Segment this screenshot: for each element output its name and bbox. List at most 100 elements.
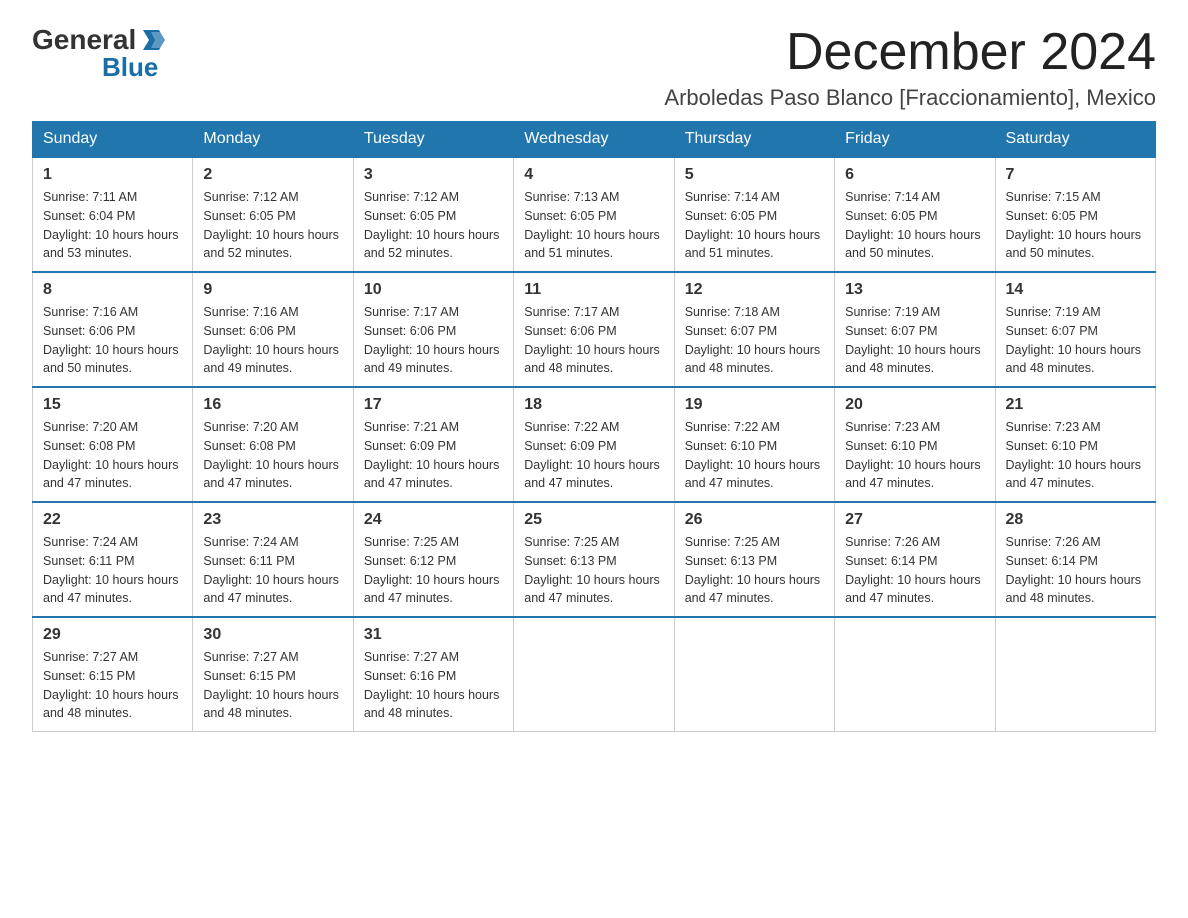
calendar-week-2: 8 Sunrise: 7:16 AMSunset: 6:06 PMDayligh…: [33, 272, 1156, 387]
calendar-cell: 8 Sunrise: 7:16 AMSunset: 6:06 PMDayligh…: [33, 272, 193, 387]
day-info: Sunrise: 7:24 AMSunset: 6:11 PMDaylight:…: [203, 533, 342, 608]
day-info: Sunrise: 7:25 AMSunset: 6:13 PMDaylight:…: [685, 533, 824, 608]
day-number: 3: [364, 166, 503, 184]
day-number: 22: [43, 511, 182, 529]
day-info: Sunrise: 7:19 AMSunset: 6:07 PMDaylight:…: [845, 303, 984, 378]
calendar-cell: 21 Sunrise: 7:23 AMSunset: 6:10 PMDaylig…: [995, 387, 1155, 502]
day-number: 30: [203, 626, 342, 644]
location-title: Arboledas Paso Blanco [Fraccionamiento],…: [664, 85, 1156, 111]
calendar-cell: 20 Sunrise: 7:23 AMSunset: 6:10 PMDaylig…: [835, 387, 995, 502]
calendar-cell: 22 Sunrise: 7:24 AMSunset: 6:11 PMDaylig…: [33, 502, 193, 617]
calendar-cell: 10 Sunrise: 7:17 AMSunset: 6:06 PMDaylig…: [353, 272, 513, 387]
day-number: 18: [524, 396, 663, 414]
calendar-cell: 25 Sunrise: 7:25 AMSunset: 6:13 PMDaylig…: [514, 502, 674, 617]
calendar-cell: 26 Sunrise: 7:25 AMSunset: 6:13 PMDaylig…: [674, 502, 834, 617]
calendar-week-1: 1 Sunrise: 7:11 AMSunset: 6:04 PMDayligh…: [33, 157, 1156, 272]
day-info: Sunrise: 7:12 AMSunset: 6:05 PMDaylight:…: [364, 188, 503, 263]
day-number: 20: [845, 396, 984, 414]
day-info: Sunrise: 7:22 AMSunset: 6:09 PMDaylight:…: [524, 418, 663, 493]
weekday-header-thursday: Thursday: [674, 122, 834, 158]
calendar-cell: 5 Sunrise: 7:14 AMSunset: 6:05 PMDayligh…: [674, 157, 834, 272]
calendar-cell: 11 Sunrise: 7:17 AMSunset: 6:06 PMDaylig…: [514, 272, 674, 387]
day-info: Sunrise: 7:23 AMSunset: 6:10 PMDaylight:…: [845, 418, 984, 493]
day-number: 21: [1006, 396, 1145, 414]
day-number: 16: [203, 396, 342, 414]
day-info: Sunrise: 7:27 AMSunset: 6:15 PMDaylight:…: [43, 648, 182, 723]
day-info: Sunrise: 7:21 AMSunset: 6:09 PMDaylight:…: [364, 418, 503, 493]
day-number: 11: [524, 281, 663, 299]
calendar-week-5: 29 Sunrise: 7:27 AMSunset: 6:15 PMDaylig…: [33, 617, 1156, 732]
day-info: Sunrise: 7:16 AMSunset: 6:06 PMDaylight:…: [203, 303, 342, 378]
calendar-cell: [995, 617, 1155, 732]
day-number: 15: [43, 396, 182, 414]
day-number: 7: [1006, 166, 1145, 184]
calendar-cell: 24 Sunrise: 7:25 AMSunset: 6:12 PMDaylig…: [353, 502, 513, 617]
header: General Blue December 2024 Arboledas Pas…: [32, 24, 1156, 111]
day-info: Sunrise: 7:11 AMSunset: 6:04 PMDaylight:…: [43, 188, 182, 263]
calendar-cell: 31 Sunrise: 7:27 AMSunset: 6:16 PMDaylig…: [353, 617, 513, 732]
day-info: Sunrise: 7:22 AMSunset: 6:10 PMDaylight:…: [685, 418, 824, 493]
day-info: Sunrise: 7:26 AMSunset: 6:14 PMDaylight:…: [845, 533, 984, 608]
day-info: Sunrise: 7:25 AMSunset: 6:13 PMDaylight:…: [524, 533, 663, 608]
day-info: Sunrise: 7:13 AMSunset: 6:05 PMDaylight:…: [524, 188, 663, 263]
calendar-cell: 6 Sunrise: 7:14 AMSunset: 6:05 PMDayligh…: [835, 157, 995, 272]
day-number: 4: [524, 166, 663, 184]
calendar-cell: 16 Sunrise: 7:20 AMSunset: 6:08 PMDaylig…: [193, 387, 353, 502]
day-number: 12: [685, 281, 824, 299]
day-info: Sunrise: 7:20 AMSunset: 6:08 PMDaylight:…: [203, 418, 342, 493]
logo-line2: Blue: [32, 52, 158, 83]
day-info: Sunrise: 7:19 AMSunset: 6:07 PMDaylight:…: [1006, 303, 1145, 378]
day-info: Sunrise: 7:14 AMSunset: 6:05 PMDaylight:…: [845, 188, 984, 263]
calendar-cell: 2 Sunrise: 7:12 AMSunset: 6:05 PMDayligh…: [193, 157, 353, 272]
calendar-week-4: 22 Sunrise: 7:24 AMSunset: 6:11 PMDaylig…: [33, 502, 1156, 617]
calendar-week-3: 15 Sunrise: 7:20 AMSunset: 6:08 PMDaylig…: [33, 387, 1156, 502]
day-number: 2: [203, 166, 342, 184]
day-info: Sunrise: 7:27 AMSunset: 6:15 PMDaylight:…: [203, 648, 342, 723]
day-info: Sunrise: 7:23 AMSunset: 6:10 PMDaylight:…: [1006, 418, 1145, 493]
day-number: 25: [524, 511, 663, 529]
day-info: Sunrise: 7:14 AMSunset: 6:05 PMDaylight:…: [685, 188, 824, 263]
calendar-cell: 18 Sunrise: 7:22 AMSunset: 6:09 PMDaylig…: [514, 387, 674, 502]
logo-blue-text: Blue: [102, 52, 158, 83]
day-number: 8: [43, 281, 182, 299]
day-number: 26: [685, 511, 824, 529]
day-info: Sunrise: 7:12 AMSunset: 6:05 PMDaylight:…: [203, 188, 342, 263]
day-info: Sunrise: 7:16 AMSunset: 6:06 PMDaylight:…: [43, 303, 182, 378]
day-number: 14: [1006, 281, 1145, 299]
weekday-header-row: SundayMondayTuesdayWednesdayThursdayFrid…: [33, 122, 1156, 158]
calendar-cell: 9 Sunrise: 7:16 AMSunset: 6:06 PMDayligh…: [193, 272, 353, 387]
day-number: 10: [364, 281, 503, 299]
weekday-header-sunday: Sunday: [33, 122, 193, 158]
calendar-cell: [674, 617, 834, 732]
day-info: Sunrise: 7:15 AMSunset: 6:05 PMDaylight:…: [1006, 188, 1145, 263]
weekday-header-saturday: Saturday: [995, 122, 1155, 158]
calendar-cell: 17 Sunrise: 7:21 AMSunset: 6:09 PMDaylig…: [353, 387, 513, 502]
day-info: Sunrise: 7:20 AMSunset: 6:08 PMDaylight:…: [43, 418, 182, 493]
day-info: Sunrise: 7:27 AMSunset: 6:16 PMDaylight:…: [364, 648, 503, 723]
calendar-cell: 14 Sunrise: 7:19 AMSunset: 6:07 PMDaylig…: [995, 272, 1155, 387]
calendar-cell: 28 Sunrise: 7:26 AMSunset: 6:14 PMDaylig…: [995, 502, 1155, 617]
calendar-cell: 1 Sunrise: 7:11 AMSunset: 6:04 PMDayligh…: [33, 157, 193, 272]
day-number: 31: [364, 626, 503, 644]
calendar-cell: 12 Sunrise: 7:18 AMSunset: 6:07 PMDaylig…: [674, 272, 834, 387]
day-number: 23: [203, 511, 342, 529]
calendar-table: SundayMondayTuesdayWednesdayThursdayFrid…: [32, 121, 1156, 732]
day-number: 27: [845, 511, 984, 529]
weekday-header-friday: Friday: [835, 122, 995, 158]
calendar-cell: 29 Sunrise: 7:27 AMSunset: 6:15 PMDaylig…: [33, 617, 193, 732]
day-number: 5: [685, 166, 824, 184]
logo-area: General Blue: [32, 24, 170, 83]
weekday-header-wednesday: Wednesday: [514, 122, 674, 158]
weekday-header-tuesday: Tuesday: [353, 122, 513, 158]
day-number: 24: [364, 511, 503, 529]
day-number: 19: [685, 396, 824, 414]
day-number: 6: [845, 166, 984, 184]
calendar-cell: 27 Sunrise: 7:26 AMSunset: 6:14 PMDaylig…: [835, 502, 995, 617]
calendar-cell: [514, 617, 674, 732]
calendar-cell: 3 Sunrise: 7:12 AMSunset: 6:05 PMDayligh…: [353, 157, 513, 272]
day-number: 9: [203, 281, 342, 299]
calendar-cell: 13 Sunrise: 7:19 AMSunset: 6:07 PMDaylig…: [835, 272, 995, 387]
calendar-cell: 15 Sunrise: 7:20 AMSunset: 6:08 PMDaylig…: [33, 387, 193, 502]
day-number: 28: [1006, 511, 1145, 529]
calendar-cell: [835, 617, 995, 732]
